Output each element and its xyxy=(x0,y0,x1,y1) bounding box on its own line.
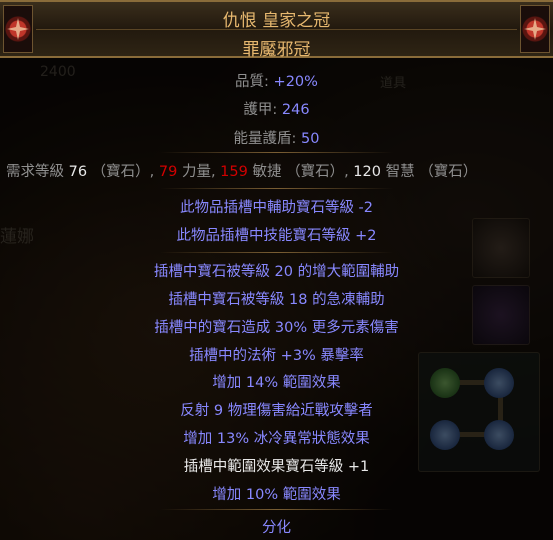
section-divider xyxy=(160,188,393,189)
req-gem-note: （寶石） xyxy=(419,164,478,180)
req-prefix: 需求等級 xyxy=(6,164,64,180)
section-divider xyxy=(160,252,393,253)
requirements-line: 需求等級 76 （寶石）, 79 力量, 159 敏捷 （寶石）, 120 智慧… xyxy=(6,164,478,180)
req-dexterity-value: 159 xyxy=(220,164,248,180)
explicit-mod: 反射 9 物理傷害給近戰攻擊者 xyxy=(180,403,373,419)
property-quality: 品質: +20% xyxy=(0,70,553,91)
explicit-mod: 插槽中寶石被等級 20 的增大範圍輔助 xyxy=(153,264,400,280)
item-base-type: 罪魘邪冠 xyxy=(242,40,311,60)
req-gem-note: （寶石） xyxy=(91,164,150,180)
explicit-mod: 插槽中的寶石造成 30% 更多元素傷害 xyxy=(154,320,399,336)
section-divider xyxy=(160,509,393,510)
tooltip-header: 仇恨 皇家之冠 罪魘邪冠 xyxy=(0,0,553,60)
item-name: 仇恨 皇家之冠 xyxy=(222,11,331,31)
explicit-mod: 插槽中的法術 +3% 暴擊率 xyxy=(189,348,364,364)
property-energy-shield: 能量護盾: 50 xyxy=(0,127,553,148)
explicit-mod: 增加 13% 冰冷異常狀態效果 xyxy=(183,431,370,447)
item-status-fractured: 分化 xyxy=(262,520,291,536)
explicit-mod: 插槽中寶石被等級 18 的急凍輔助 xyxy=(168,292,385,308)
explicit-mod: 增加 10% 範圍效果 xyxy=(212,487,341,503)
req-strength-label: 力量 xyxy=(181,164,211,180)
implicit-mod: 此物品插槽中技能寶石等級 +2 xyxy=(176,228,377,244)
property-value: 246 xyxy=(281,102,310,118)
property-value: +20% xyxy=(273,74,318,90)
property-label: 護甲: xyxy=(243,102,278,118)
req-intelligence-value: 120 xyxy=(353,164,381,180)
section-divider xyxy=(160,152,393,153)
explicit-mod: 增加 14% 範圍效果 xyxy=(212,375,341,391)
property-value: 50 xyxy=(301,131,320,147)
req-level: 76 xyxy=(68,164,88,180)
req-gem-note: （寶石） xyxy=(286,164,345,180)
property-armour: 護甲: 246 xyxy=(0,98,553,119)
implicit-mod: 此物品插槽中輔助寶石等級 -2 xyxy=(179,200,374,216)
req-strength-value: 79 xyxy=(158,164,178,180)
explicit-mod: 插槽中範圍效果寶石等級 +1 xyxy=(183,459,370,475)
req-dexterity-label: 敏捷 xyxy=(252,164,282,180)
property-label: 品質: xyxy=(235,74,269,90)
req-intelligence-label: 智慧 xyxy=(385,164,415,180)
item-tooltip: 仇恨 皇家之冠 罪魘邪冠 品質: +20% 護甲: 246 能量護盾: 50 需… xyxy=(0,0,553,540)
property-label: 能量護盾: xyxy=(233,131,297,147)
